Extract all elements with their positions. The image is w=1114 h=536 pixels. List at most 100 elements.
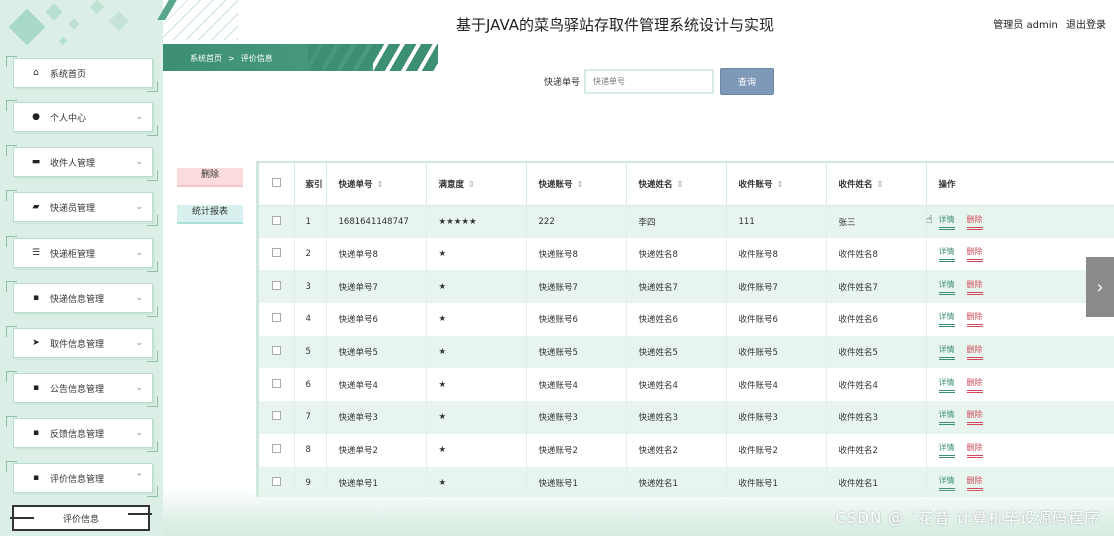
next-page-arrow-icon[interactable]: › [1086,257,1114,317]
select-all-checkbox-cell[interactable] [259,163,295,206]
sidebar-item-label: 快递柜管理 [50,249,96,260]
col-label: 快递单号 [338,179,373,190]
chevron-up-icon[interactable]: ⌃ [135,473,143,483]
detail-link[interactable]: 详情 [938,442,955,459]
sidebar-item-label: 取件信息管理 [50,339,105,350]
sidebar-item[interactable]: ▪ 快递信息管理 ⌄ [6,281,158,317]
sidebar-item[interactable]: ▪ 反馈信息管理 ⌄ [6,416,158,452]
row-checkbox[interactable] [272,215,281,225]
delete-link[interactable]: 删除 [966,279,983,295]
detail-link[interactable]: 详情 [938,279,955,295]
sidebar-item-label: 反馈信息管理 [50,429,105,440]
sort-icon[interactable]: ⇕ [877,180,884,190]
mouse-cursor-icon: ☝ [926,213,933,226]
batch-delete-button[interactable]: 删除 [177,168,243,187]
row-checkbox[interactable] [272,313,281,323]
col-recipient-name[interactable]: 收件姓名 ⇕ [826,163,927,206]
delete-link[interactable]: 删除 [966,214,983,230]
row-checkbox-cell[interactable] [259,205,295,238]
sidebar-item[interactable]: ▰ 快递员管理 ⌄ [6,190,158,226]
sidebar-item[interactable]: ▬ 收件人管理 ⌄ [6,145,158,181]
home-icon: ⌂ [33,68,39,78]
sort-icon[interactable]: ⇕ [777,180,784,190]
col-courier-name[interactable]: 快递姓名 ⇕ [626,163,727,206]
col-courier-account[interactable]: 快递账号 ⇕ [526,163,627,206]
stats-report-button[interactable]: 统计报表 [177,205,243,224]
search-button[interactable]: 查询 [720,68,774,95]
logout-link[interactable]: 退出登录 [1066,20,1106,31]
recipient-account-cell: 收件账号2 [726,433,827,467]
col-rating[interactable]: 满意度 ⇕ [426,163,527,206]
breadcrumb-separator: > [228,54,235,63]
chevron-down-icon[interactable]: ⌄ [135,112,143,122]
detail-link[interactable]: 详情 [938,214,955,230]
chevron-down-icon[interactable]: ⌄ [135,383,143,393]
col-tracking-no[interactable]: 快递单号 ⇕ [326,163,427,206]
chevron-down-icon[interactable]: ⌄ [135,293,143,303]
chevron-down-icon[interactable]: ⌄ [135,428,143,438]
chevron-down-icon[interactable]: ⌄ [135,202,143,212]
row-checkbox[interactable] [272,476,281,486]
recipient-account-cell: 111 [726,205,827,238]
chevron-down-icon[interactable]: ⌄ [135,248,143,258]
delete-link[interactable]: 删除 [966,344,983,361]
sidebar-item-label: 评价信息管理 [50,474,105,485]
detail-link[interactable]: 详情 [938,377,955,393]
sidebar-subitem-review-info[interactable]: 评价信息 [10,505,152,531]
col-recipient-account[interactable]: 收件账号 ⇕ [726,163,827,206]
recipient-name-cell: 张三 [826,205,927,238]
row-checkbox[interactable] [272,444,281,454]
row-checkbox[interactable] [272,280,281,290]
row-checkbox[interactable] [272,378,281,388]
table-row: 7 快递单号3 ★ 快递账号3 快递姓名3 收件账号3 收件姓名3 详情 删除 [259,401,1114,434]
sort-icon[interactable]: ⇕ [468,180,475,190]
row-actions-cell: 详情 删除 [926,335,1114,369]
sidebar-item-label: 系统首页 [50,69,87,80]
sort-icon[interactable]: ⇕ [677,180,684,190]
courier-account-cell: 快递账号8 [526,237,627,271]
sort-icon[interactable]: ⇕ [377,180,384,190]
row-checkbox-cell[interactable] [259,368,295,402]
delete-link[interactable]: 删除 [966,311,983,328]
sidebar-item[interactable]: ▪ 公告信息管理 ⌄ [6,371,158,407]
sidebar-item[interactable]: ⌂ 系统首页 [6,56,158,92]
sort-icon[interactable]: ⇕ [577,180,584,190]
tracking-no-cell: 快递单号3 [326,401,427,434]
row-checkbox-cell[interactable] [259,401,295,434]
row-checkbox[interactable] [272,346,281,356]
courier-name-cell: 快递姓名6 [626,303,727,336]
sidebar-item[interactable]: ☰ 快递柜管理 ⌄ [6,236,158,272]
col-actions: 操作 [926,163,1114,206]
row-actions-cell: 详情 删除 [926,205,1114,238]
row-checkbox-cell[interactable] [259,270,295,304]
breadcrumb-home[interactable]: 系统首页 [190,54,222,63]
col-label: 满意度 [438,179,465,190]
sidebar-item[interactable]: ▪ 评价信息管理 ⌃ [6,461,158,497]
col-label: 收件账号 [738,179,773,190]
delete-link[interactable]: 删除 [966,246,983,263]
row-checkbox[interactable] [272,411,281,421]
col-label: 快递姓名 [638,179,673,190]
detail-link[interactable]: 详情 [938,246,955,263]
search-input[interactable] [584,69,714,94]
row-index: 7 [294,401,327,434]
row-checkbox-cell[interactable] [259,433,295,467]
chevron-down-icon[interactable]: ⌄ [135,338,143,348]
select-all-checkbox[interactable] [272,177,281,187]
courier-name-cell: 快递姓名4 [626,368,727,402]
courier-account-cell: 快递账号5 [526,335,627,369]
detail-link[interactable]: 详情 [938,409,955,426]
delete-link[interactable]: 删除 [966,377,983,393]
detail-link[interactable]: 详情 [938,311,955,328]
chevron-down-icon[interactable]: ⌄ [135,157,143,167]
row-checkbox-cell[interactable] [259,335,295,369]
detail-link[interactable]: 详情 [938,344,955,361]
row-checkbox-cell[interactable] [259,237,295,271]
delete-link[interactable]: 删除 [966,409,983,426]
tracking-no-cell: 1681641148747 [326,205,427,238]
delete-link[interactable]: 删除 [966,442,983,459]
row-checkbox-cell[interactable] [259,303,295,336]
row-checkbox[interactable] [272,248,281,258]
sidebar-item[interactable]: ➤ 取件信息管理 ⌄ [6,326,158,362]
sidebar-item[interactable]: ● 个人中心 ⌄ [6,100,158,136]
